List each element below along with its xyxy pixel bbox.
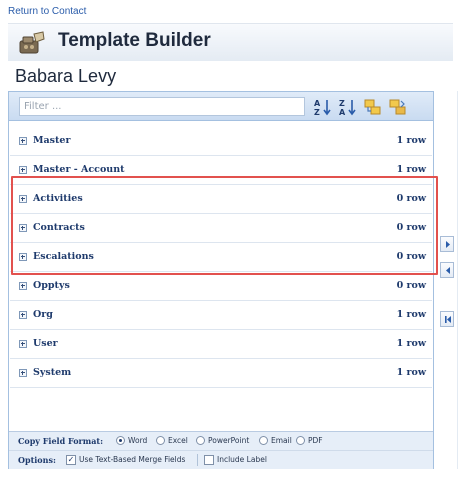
title-bar: Template Builder [8, 23, 453, 61]
expand-icon[interactable] [19, 340, 27, 348]
page-title: Template Builder [58, 30, 211, 51]
list-item-label: Org [33, 309, 53, 320]
move-right-button[interactable] [440, 236, 454, 252]
options-divider [197, 454, 198, 466]
list-item[interactable]: Master - Account 1 row [10, 157, 432, 185]
format-radio-powerpoint[interactable] [196, 436, 205, 445]
text-merge-label: Use Text-Based Merge Fields [79, 455, 186, 464]
arrow-left-icon [446, 267, 450, 274]
list-item-count: 1 row [396, 309, 426, 320]
list-item-label: Activities [33, 193, 83, 204]
filter-input[interactable] [19, 97, 305, 116]
include-label-text: Include Label [217, 455, 267, 464]
format-radio-email[interactable] [259, 436, 268, 445]
return-to-contact-link[interactable]: Return to Contact [8, 6, 86, 17]
list-item[interactable]: System 1 row [10, 360, 432, 388]
format-label-powerpoint: PowerPoint [208, 436, 250, 445]
expand-icon[interactable] [19, 224, 27, 232]
list-item-count: 0 row [396, 280, 426, 291]
list-item-count: 1 row [396, 338, 426, 349]
list-item-label: Opptys [33, 280, 70, 291]
format-radio-excel[interactable] [156, 436, 165, 445]
side-divider [457, 91, 458, 469]
move-first-button[interactable] [440, 311, 454, 327]
list-item[interactable]: Contracts 0 row [10, 215, 432, 243]
list-item-count: 1 row [396, 135, 426, 146]
contact-name: Babara Levy [15, 66, 117, 86]
format-label-excel: Excel [168, 436, 188, 445]
list-item-label: User [33, 338, 58, 349]
arrow-first-icon [445, 316, 451, 323]
list-item-count: 1 row [396, 367, 426, 378]
list-item[interactable]: Activities 0 row [10, 186, 432, 214]
options-label: Options: [18, 455, 56, 465]
format-radio-pdf[interactable] [296, 436, 305, 445]
list-item-label: Master [33, 135, 71, 146]
panel-toolbar: A Z Z A [9, 92, 433, 121]
options-bar: Options: ✓ Use Text-Based Merge Fields I… [9, 450, 433, 469]
list-item[interactable]: User 1 row [10, 331, 432, 359]
sort-descending-icon[interactable]: Z A [338, 97, 358, 117]
sort-ascending-icon[interactable]: A Z [313, 97, 333, 117]
copy-field-format-bar: Copy Field Format: Word Excel PowerPoint… [9, 431, 433, 450]
expand-all-icon[interactable] [363, 97, 383, 117]
text-merge-checkbox[interactable]: ✓ [66, 455, 76, 465]
copy-format-label: Copy Field Format: [18, 436, 104, 446]
svg-text:A: A [339, 108, 346, 117]
list-item-count: 0 row [396, 222, 426, 233]
expand-icon[interactable] [19, 195, 27, 203]
list-item[interactable]: Escalations 0 row [10, 244, 432, 272]
expand-icon[interactable] [19, 282, 27, 290]
template-builder-icon [19, 31, 45, 54]
expand-icon[interactable] [19, 137, 27, 145]
format-radio-word[interactable] [116, 436, 125, 445]
list-item[interactable]: Org 1 row [10, 302, 432, 330]
list-item-label: Master - Account [33, 164, 125, 175]
list-item[interactable]: Opptys 0 row [10, 273, 432, 301]
list-item[interactable]: Master 1 row [10, 128, 432, 156]
format-label-email: Email [271, 436, 292, 445]
list-item-label: System [33, 367, 72, 378]
expand-icon[interactable] [19, 253, 27, 261]
template-panel: A Z Z A Master 1 row Master - Account 1 row… [8, 91, 434, 469]
include-label-checkbox[interactable] [204, 455, 214, 465]
move-left-button[interactable] [440, 262, 454, 278]
expand-icon[interactable] [19, 311, 27, 319]
format-label-pdf: PDF [308, 436, 323, 445]
format-label-word: Word [128, 436, 148, 445]
svg-text:A: A [314, 99, 321, 108]
collapse-all-icon[interactable] [388, 97, 408, 117]
arrow-right-icon [446, 241, 450, 248]
svg-text:Z: Z [314, 108, 320, 117]
expand-icon[interactable] [19, 369, 27, 377]
list-item-label: Contracts [33, 222, 85, 233]
list-item-count: 0 row [396, 193, 426, 204]
svg-text:Z: Z [339, 99, 345, 108]
list-item-label: Escalations [33, 251, 94, 262]
list-item-count: 1 row [396, 164, 426, 175]
list-item-count: 0 row [396, 251, 426, 262]
expand-icon[interactable] [19, 166, 27, 174]
